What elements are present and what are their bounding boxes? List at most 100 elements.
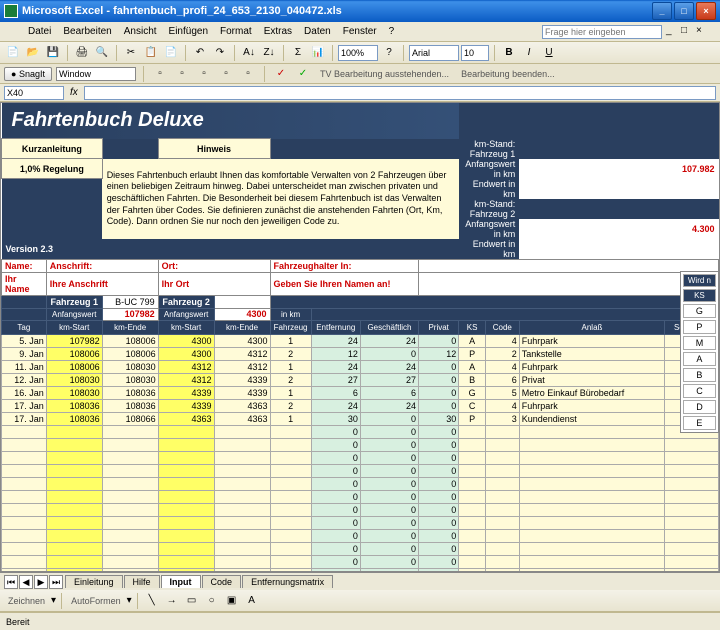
cell[interactable]: 0 <box>419 555 459 568</box>
cell[interactable] <box>214 542 270 555</box>
cell[interactable] <box>519 477 664 490</box>
table-row[interactable]: 12. Jan10803010803043124339227270B6Priva… <box>2 373 719 386</box>
cell[interactable]: 108030 <box>46 373 102 386</box>
cell[interactable]: 108036 <box>46 412 102 425</box>
cell[interactable]: 0 <box>360 529 418 542</box>
cell[interactable]: 0 <box>311 568 360 572</box>
cell[interactable]: 108036 <box>102 399 158 412</box>
cell[interactable] <box>102 490 158 503</box>
cell[interactable]: 4 <box>485 334 519 347</box>
cell[interactable]: 0 <box>360 542 418 555</box>
cell[interactable]: 1 <box>270 334 311 347</box>
cell[interactable]: 107982 <box>46 334 102 347</box>
autoformen-label[interactable]: AutoFormen <box>67 596 125 606</box>
cell[interactable]: Metro Einkauf Bürobedarf <box>519 386 664 399</box>
cell[interactable] <box>102 438 158 451</box>
cell[interactable] <box>519 451 664 464</box>
maximize-button[interactable]: □ <box>674 2 694 20</box>
cell[interactable]: 2 <box>270 347 311 360</box>
cell[interactable] <box>665 555 719 568</box>
cell[interactable] <box>665 490 719 503</box>
cell[interactable]: 4363 <box>214 399 270 412</box>
cell[interactable] <box>665 451 719 464</box>
cell[interactable]: 24 <box>360 360 418 373</box>
cell[interactable]: 0 <box>419 334 459 347</box>
cell[interactable]: 0 <box>419 399 459 412</box>
cell[interactable]: 108006 <box>46 360 102 373</box>
t4-icon[interactable]: ▫ <box>217 65 235 83</box>
cell[interactable] <box>2 555 47 568</box>
cell[interactable] <box>459 542 486 555</box>
menu-bearbeiten[interactable]: Bearbeiten <box>57 24 117 39</box>
menu-help[interactable]: ? <box>383 24 401 39</box>
cell[interactable]: 6 <box>311 386 360 399</box>
cell[interactable] <box>46 477 102 490</box>
cell[interactable]: 17. Jan <box>2 399 47 412</box>
cell[interactable] <box>2 529 47 542</box>
cell[interactable] <box>2 542 47 555</box>
help-icon[interactable]: ? <box>380 44 398 62</box>
oval-icon[interactable]: ○ <box>203 592 221 610</box>
cell[interactable]: 12 <box>311 347 360 360</box>
cell[interactable]: 12. Jan <box>2 373 47 386</box>
cell[interactable] <box>519 568 664 572</box>
cell[interactable] <box>158 529 214 542</box>
cell[interactable]: Fuhrpark <box>519 334 664 347</box>
halter-value[interactable]: Geben Sie Ihren Namen an! <box>270 272 419 295</box>
hinweis-button[interactable]: Hinweis <box>158 139 270 159</box>
cell[interactable] <box>214 425 270 438</box>
font-size-input[interactable] <box>461 45 489 61</box>
cell[interactable]: 0 <box>360 438 418 451</box>
cell[interactable] <box>158 425 214 438</box>
cell[interactable]: 2 <box>270 373 311 386</box>
cell[interactable]: 4312 <box>158 373 214 386</box>
cell[interactable]: Fuhrpark <box>519 360 664 373</box>
cell[interactable] <box>270 542 311 555</box>
cell[interactable]: P <box>459 412 486 425</box>
menu-ansicht[interactable]: Ansicht <box>118 24 163 39</box>
cell[interactable] <box>2 568 47 572</box>
cell[interactable]: 6 <box>360 386 418 399</box>
cell[interactable] <box>459 555 486 568</box>
cell[interactable] <box>459 490 486 503</box>
cell[interactable] <box>46 425 102 438</box>
cell[interactable] <box>214 529 270 542</box>
sheet-tab[interactable]: Hilfe <box>124 575 160 588</box>
cell[interactable]: 24 <box>311 360 360 373</box>
cell[interactable] <box>485 438 519 451</box>
cell[interactable]: Kundendienst <box>519 412 664 425</box>
cell[interactable] <box>519 529 664 542</box>
name-value[interactable]: Ihr Name <box>2 272 47 295</box>
cell[interactable] <box>665 568 719 572</box>
cell[interactable]: 4312 <box>214 360 270 373</box>
cell[interactable] <box>2 451 47 464</box>
cell[interactable] <box>102 555 158 568</box>
tab-last-icon[interactable]: ⏭ <box>49 575 63 589</box>
sort-desc-icon[interactable]: Z↓ <box>260 44 278 62</box>
cell[interactable]: 24 <box>311 399 360 412</box>
table-row[interactable]: 000 <box>2 516 719 529</box>
cell[interactable] <box>46 529 102 542</box>
sort-asc-icon[interactable]: A↓ <box>240 44 258 62</box>
cell[interactable]: 6 <box>485 373 519 386</box>
cell[interactable] <box>158 451 214 464</box>
cell[interactable] <box>158 477 214 490</box>
table-row[interactable]: 000 <box>2 464 719 477</box>
table-row[interactable]: 000 <box>2 568 719 572</box>
cell[interactable]: 0 <box>360 490 418 503</box>
cell[interactable]: 11. Jan <box>2 360 47 373</box>
cell[interactable] <box>270 516 311 529</box>
cell[interactable] <box>2 438 47 451</box>
cell[interactable]: 0 <box>360 555 418 568</box>
cell[interactable]: 1 <box>270 360 311 373</box>
cell[interactable] <box>214 568 270 572</box>
font-name-input[interactable] <box>409 45 459 61</box>
table-row[interactable]: 000 <box>2 503 719 516</box>
cell[interactable]: 2 <box>270 399 311 412</box>
table-row[interactable]: 000 <box>2 425 719 438</box>
cell[interactable] <box>2 503 47 516</box>
cell[interactable] <box>158 568 214 572</box>
cell[interactable] <box>270 425 311 438</box>
table-row[interactable]: 000 <box>2 490 719 503</box>
cell[interactable] <box>214 490 270 503</box>
